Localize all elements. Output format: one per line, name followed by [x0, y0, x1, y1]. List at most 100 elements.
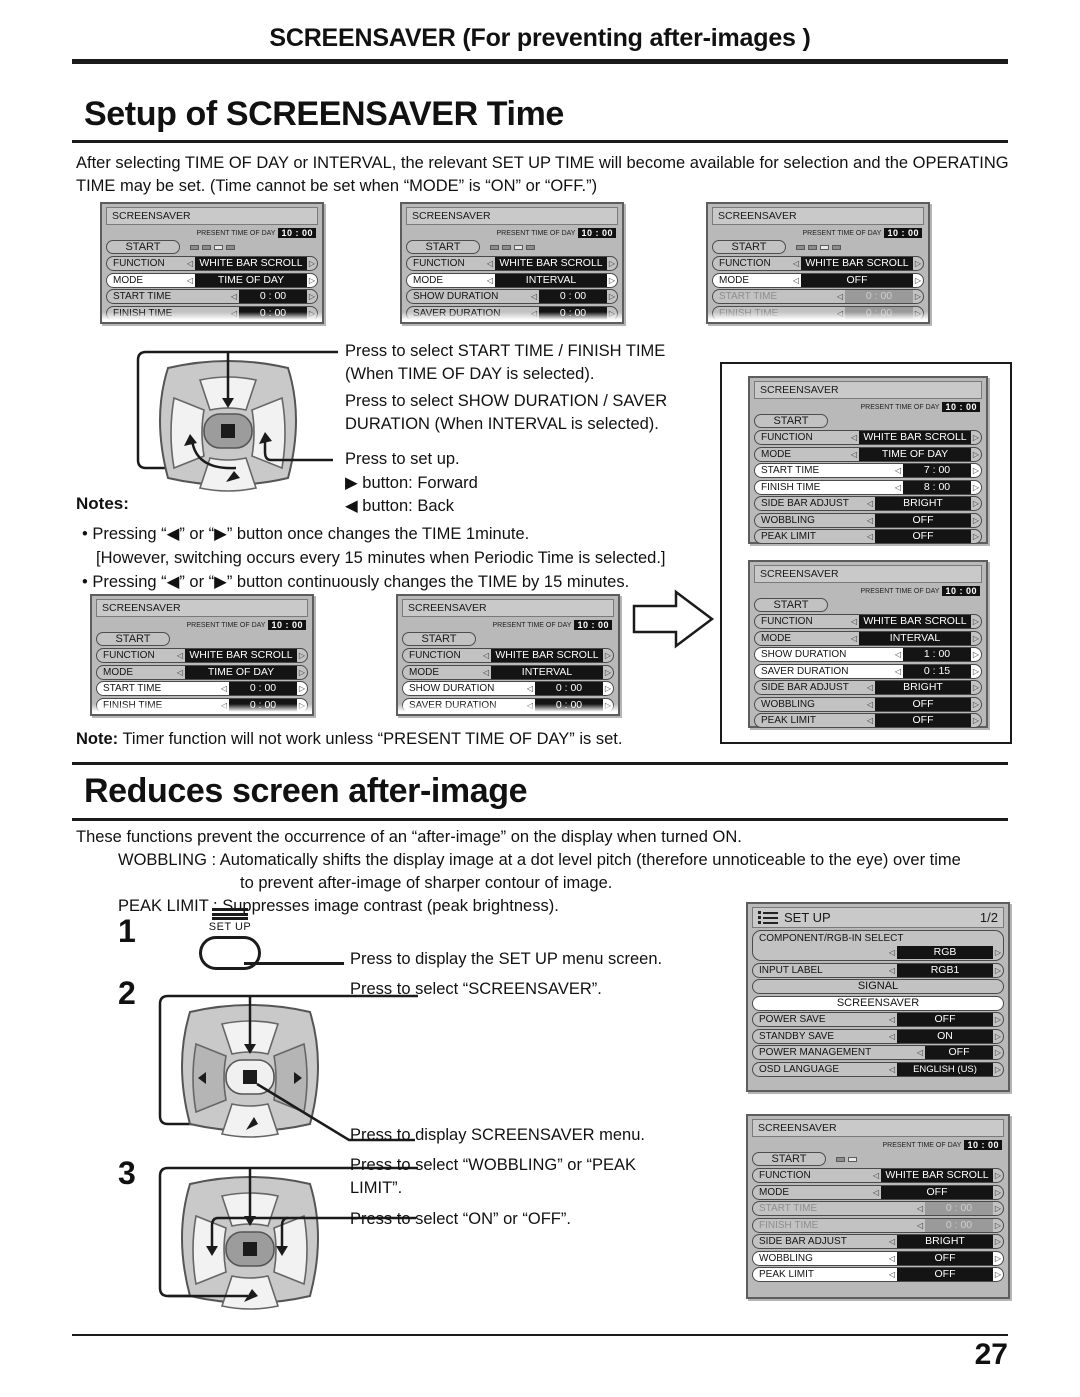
right-arrow-icon[interactable]: ▷	[307, 274, 317, 287]
right-arrow-icon[interactable]: ▷	[971, 464, 981, 477]
start-button[interactable]: START	[712, 240, 786, 254]
right-arrow-icon[interactable]: ▷	[603, 666, 613, 679]
left-arrow-icon[interactable]: ◁	[529, 290, 539, 303]
row-wobbling[interactable]: WOBBLING ◁ OFF ▷	[754, 696, 982, 712]
start-button[interactable]: START	[96, 632, 170, 646]
left-arrow-icon[interactable]: ◁	[175, 649, 185, 662]
left-arrow-icon[interactable]: ◁	[849, 448, 859, 461]
right-arrow-icon[interactable]: ▷	[993, 1235, 1003, 1248]
row-power-management[interactable]: POWER MANAGEMENT ◁ OFF ▷	[752, 1045, 1004, 1060]
row-finish-time[interactable]: FINISH TIME ◁ 8 : 00 ▷	[754, 479, 982, 495]
right-arrow-icon[interactable]: ▷	[300, 715, 308, 716]
row-component-rgb-in-select[interactable]: COMPONENT/RGB-IN SELECT ◁ RGB ▷	[752, 930, 1004, 961]
row-mode[interactable]: MODE ◁ INTERVAL ▷	[402, 664, 614, 680]
right-arrow-icon[interactable]: ▷	[993, 1030, 1003, 1043]
right-arrow-icon[interactable]: ▷	[603, 649, 613, 662]
row-function[interactable]: FUNCTION ◁ WHITE BAR SCROLL ▷	[752, 1168, 1004, 1183]
right-arrow-icon[interactable]: ▷	[971, 632, 981, 645]
row-show-duration[interactable]: SHOW DURATION ◁ 1 : 00 ▷	[754, 647, 982, 662]
right-arrow-icon[interactable]: ▷	[297, 649, 307, 662]
right-arrow-icon[interactable]: ▷	[307, 290, 317, 303]
row-side-bar-adjust[interactable]: SIDE BAR ADJUST ◁ BRIGHT ▷	[712, 322, 924, 324]
right-arrow-icon[interactable]: ▷	[307, 257, 317, 270]
left-arrow-icon[interactable]: ◁	[887, 1063, 897, 1076]
row-peak-limit[interactable]: PEAK LIMIT ◁ OFF ▷	[752, 1267, 1004, 1282]
right-arrow-icon[interactable]: ▷	[993, 1252, 1003, 1265]
left-arrow-icon[interactable]: ◁	[849, 431, 859, 444]
right-arrow-icon[interactable]: ▷	[607, 257, 617, 270]
row-side-bar-adjust[interactable]: SIDE BAR ADJUST ◁ BRIGHT ▷	[754, 496, 982, 511]
start-button[interactable]: START	[106, 240, 180, 254]
left-arrow-icon[interactable]: ◁	[915, 1046, 925, 1059]
left-arrow-icon[interactable]: ◁	[849, 632, 859, 645]
row-side-bar-adjust[interactable]: SIDE BAR ADJUST ◁ BRIGHT ▷	[752, 1234, 1004, 1249]
row-wobbling[interactable]: WOBBLING ◁ OFF ▷	[754, 512, 982, 528]
left-arrow-icon[interactable]: ◁	[865, 497, 875, 510]
right-arrow-icon[interactable]: ▷	[297, 666, 307, 679]
start-button[interactable]: START	[752, 1152, 826, 1166]
left-arrow-icon[interactable]: ◁	[893, 648, 903, 661]
right-arrow-icon[interactable]: ▷	[297, 682, 307, 695]
row-side-bar-adjust[interactable]: SIDE BAR ADJUST ◁ BRIGHT ▷	[402, 714, 614, 716]
row-function[interactable]: FUNCTION ◁ WHITE BAR SCROLL ▷	[402, 648, 614, 663]
left-arrow-icon[interactable]: ◁	[229, 290, 239, 303]
right-arrow-icon[interactable]: ▷	[603, 682, 613, 695]
right-arrow-icon[interactable]: ▷	[971, 481, 981, 494]
setup-button-graphic[interactable]: SET UP	[199, 908, 261, 970]
right-arrow-icon[interactable]: ▷	[971, 514, 981, 527]
right-arrow-icon[interactable]: ▷	[993, 1013, 1003, 1026]
left-arrow-icon[interactable]: ◁	[887, 946, 897, 959]
right-arrow-icon[interactable]: ▷	[606, 715, 614, 716]
right-arrow-icon[interactable]: ▷	[971, 615, 981, 628]
left-arrow-icon[interactable]: ◁	[500, 715, 510, 716]
row-osd-language[interactable]: OSD LANGUAGE ◁ ENGLISH (US) ▷	[752, 1061, 1004, 1077]
row-peak-limit[interactable]: PEAK LIMIT ◁ OFF ▷	[754, 529, 982, 544]
start-button[interactable]: START	[754, 414, 828, 428]
row-function[interactable]: FUNCTION ◁ WHITE BAR SCROLL ▷	[106, 256, 318, 271]
left-arrow-icon[interactable]: ◁	[185, 274, 195, 287]
row-mode[interactable]: MODE ◁ INTERVAL ▷	[406, 272, 618, 288]
row-function[interactable]: FUNCTION ◁ WHITE BAR SCROLL ▷	[754, 614, 982, 629]
left-arrow-icon[interactable]: ◁	[865, 681, 875, 694]
left-arrow-icon[interactable]: ◁	[175, 666, 185, 679]
right-arrow-icon[interactable]: ▷	[993, 1268, 1003, 1281]
start-button[interactable]: START	[754, 598, 828, 612]
right-arrow-icon[interactable]: ▷	[971, 681, 981, 694]
row-mode[interactable]: MODE ◁ OFF ▷	[712, 272, 924, 288]
row-mode[interactable]: MODE ◁ OFF ▷	[752, 1184, 1004, 1200]
row-start-time[interactable]: START TIME ◁ 7 : 00 ▷	[754, 463, 982, 478]
row-mode[interactable]: MODE ◁ TIME OF DAY ▷	[754, 446, 982, 462]
row-mode[interactable]: MODE ◁ TIME OF DAY ▷	[96, 664, 308, 680]
row-signal[interactable]: SIGNAL	[752, 979, 1004, 994]
right-arrow-icon[interactable]: ▷	[971, 714, 981, 727]
right-arrow-icon[interactable]: ▷	[610, 323, 618, 324]
left-arrow-icon[interactable]: ◁	[204, 323, 214, 324]
left-arrow-icon[interactable]: ◁	[504, 323, 514, 324]
left-arrow-icon[interactable]: ◁	[185, 257, 195, 270]
row-wobbling[interactable]: WOBBLING ◁ OFF ▷	[752, 1250, 1004, 1266]
row-side-bar-adjust[interactable]: SIDE BAR ADJUST ◁ BRIGHT ▷	[754, 680, 982, 695]
row-standby-save[interactable]: STANDBY SAVE ◁ ON ▷	[752, 1028, 1004, 1044]
right-arrow-icon[interactable]: ▷	[607, 274, 617, 287]
row-start-time[interactable]: START TIME ◁ 0 : 00 ▷	[96, 681, 308, 696]
left-arrow-icon[interactable]: ◁	[481, 666, 491, 679]
left-arrow-icon[interactable]: ◁	[791, 257, 801, 270]
row-mode[interactable]: MODE ◁ TIME OF DAY ▷	[106, 272, 318, 288]
remote-control-cursor-pad-1[interactable]	[128, 340, 338, 515]
row-power-save[interactable]: POWER SAVE ◁ OFF ▷	[752, 1012, 1004, 1027]
row-side-bar-adjust[interactable]: SIDE BAR ADJUST ◁ BRIGHT ▷	[106, 322, 318, 324]
row-input-label[interactable]: INPUT LABEL ◁ RGB1 ▷	[752, 962, 1004, 978]
row-side-bar-adjust[interactable]: SIDE BAR ADJUST ◁ BRIGHT ▷	[96, 714, 308, 716]
right-arrow-icon[interactable]: ▷	[971, 648, 981, 661]
right-arrow-icon[interactable]: ▷	[971, 431, 981, 444]
right-arrow-icon[interactable]: ▷	[993, 964, 1003, 977]
right-arrow-icon[interactable]: ▷	[993, 1186, 1003, 1199]
row-function[interactable]: FUNCTION ◁ WHITE BAR SCROLL ▷	[406, 256, 618, 271]
left-arrow-icon[interactable]: ◁	[485, 257, 495, 270]
row-peak-limit[interactable]: PEAK LIMIT ◁ OFF ▷	[754, 713, 982, 728]
left-arrow-icon[interactable]: ◁	[485, 274, 495, 287]
left-arrow-icon[interactable]: ◁	[887, 1013, 897, 1026]
left-arrow-icon[interactable]: ◁	[791, 274, 801, 287]
row-side-bar-adjust[interactable]: SIDE BAR ADJUST ◁ BRIGHT ▷	[406, 322, 618, 324]
right-arrow-icon[interactable]: ▷	[310, 323, 318, 324]
